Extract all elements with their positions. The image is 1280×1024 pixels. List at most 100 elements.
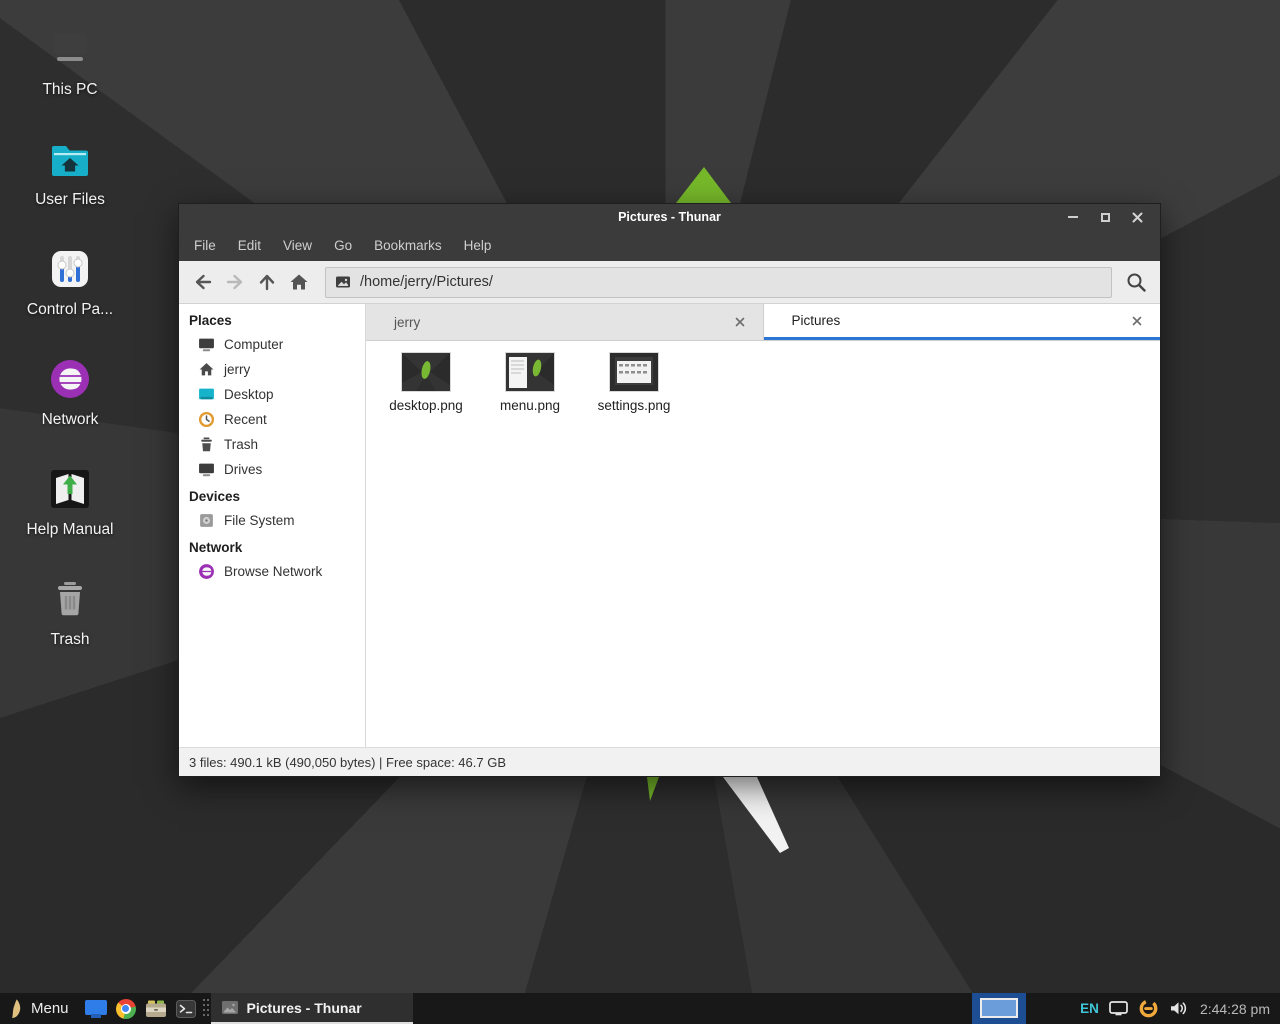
file-desktop-png[interactable]: desktop.png <box>376 353 476 413</box>
home-icon <box>288 271 310 293</box>
menu-bookmarks[interactable]: Bookmarks <box>363 230 453 261</box>
maximize-button[interactable] <box>1094 208 1116 226</box>
sidebar-item-file-system[interactable]: File System <box>179 508 365 533</box>
menu-view[interactable]: View <box>272 230 323 261</box>
sidebar: Places Computer jerry Desktop Recent <box>179 304 366 747</box>
sidebar-item-label: Drives <box>224 462 262 477</box>
computer-icon <box>47 26 93 72</box>
user-files-folder-icon <box>47 136 93 182</box>
tab-close-button[interactable] <box>731 313 749 331</box>
sidebar-item-jerry[interactable]: jerry <box>179 357 365 382</box>
home-icon <box>198 361 215 378</box>
display-icon[interactable] <box>1109 1001 1128 1016</box>
desktop-icon-this-pc[interactable]: This PC <box>14 26 126 99</box>
tab-jerry[interactable]: jerry <box>366 304 764 340</box>
trash-icon <box>198 436 215 453</box>
clock[interactable]: 2:44:28 pm <box>1198 1001 1270 1017</box>
launcher-chrome[interactable] <box>111 993 141 1024</box>
menu-logo-icon <box>9 998 23 1019</box>
update-icon[interactable] <box>1138 998 1159 1019</box>
workspace-current <box>980 998 1018 1018</box>
archive-drawer-icon <box>145 999 167 1018</box>
drives-icon <box>198 461 215 478</box>
file-view[interactable]: desktop.png menu.png settings.png <box>366 341 1160 747</box>
window-title: Pictures - Thunar <box>179 210 1160 224</box>
menu-help[interactable]: Help <box>453 230 503 261</box>
launcher-archive[interactable] <box>141 993 171 1024</box>
file-settings-png[interactable]: settings.png <box>584 353 684 413</box>
menu-file[interactable]: File <box>183 230 227 261</box>
desktop-icon-label: Control Pa... <box>27 301 113 319</box>
tab-bar: jerry Pictures <box>366 304 1160 341</box>
forward-icon <box>224 271 246 293</box>
launcher-file-manager[interactable] <box>81 993 111 1024</box>
launcher-terminal[interactable] <box>171 993 201 1024</box>
chrome-icon <box>116 999 136 1019</box>
sidebar-item-label: jerry <box>224 362 250 377</box>
speaker-icon[interactable] <box>1169 1000 1188 1017</box>
search-button[interactable] <box>1120 266 1152 298</box>
titlebar[interactable]: Pictures - Thunar <box>179 204 1160 230</box>
back-button[interactable] <box>187 266 219 298</box>
path-bar[interactable]: /home/jerry/Pictures/ <box>325 267 1112 298</box>
close-icon <box>735 317 745 327</box>
sidebar-header-places: Places <box>179 308 365 332</box>
sidebar-item-computer[interactable]: Computer <box>179 332 365 357</box>
taskbar: Menu Pictures - Thunar EN 2:44:28 <box>0 993 1280 1024</box>
tab-close-button[interactable] <box>1128 312 1146 330</box>
menu-edit[interactable]: Edit <box>227 230 272 261</box>
tab-label: Pictures <box>792 313 841 328</box>
desktop-icon-help-manual[interactable]: Help Manual <box>14 466 126 539</box>
image-file-icon <box>335 274 351 290</box>
window-main: Places Computer jerry Desktop Recent <box>179 304 1160 747</box>
up-icon <box>256 271 278 293</box>
globe-icon <box>198 563 215 580</box>
minimize-button[interactable] <box>1062 208 1084 226</box>
image-file-icon <box>222 1001 238 1015</box>
menu-button[interactable]: Menu <box>0 993 81 1024</box>
up-button[interactable] <box>251 266 283 298</box>
desktop-icon-trash[interactable]: Trash <box>14 576 126 649</box>
sidebar-item-label: Browse Network <box>224 564 322 579</box>
desktop-icon-label: Trash <box>50 631 89 649</box>
home-button[interactable] <box>283 266 315 298</box>
system-tray: EN 2:44:28 pm <box>972 993 1280 1024</box>
trash-icon <box>47 576 93 622</box>
window-controls <box>1062 208 1160 226</box>
right-pane: jerry Pictures des <box>366 304 1160 747</box>
desktop-icon-label: This PC <box>42 81 97 99</box>
sidebar-item-trash[interactable]: Trash <box>179 432 365 457</box>
close-button[interactable] <box>1126 208 1148 226</box>
workspace-switcher[interactable] <box>972 993 1026 1024</box>
desktop-icon-label: Help Manual <box>26 521 113 539</box>
forward-button[interactable] <box>219 266 251 298</box>
close-icon <box>1132 212 1143 223</box>
desktop-icon-network[interactable]: Network <box>14 356 126 429</box>
sidebar-item-recent[interactable]: Recent <box>179 407 365 432</box>
menubar: File Edit View Go Bookmarks Help <box>179 230 1160 261</box>
task-button-thunar[interactable]: Pictures - Thunar <box>211 993 413 1024</box>
sidebar-item-drives[interactable]: Drives <box>179 457 365 482</box>
terminal-icon <box>176 1000 196 1018</box>
keyboard-layout-indicator[interactable]: EN <box>1080 1001 1099 1016</box>
control-panel-icon <box>47 246 93 292</box>
image-thumbnail <box>402 353 450 391</box>
hard-drive-icon <box>198 512 215 529</box>
image-thumbnail <box>610 353 658 391</box>
tab-pictures[interactable]: Pictures <box>764 304 1161 340</box>
file-name: settings.png <box>598 398 671 413</box>
path-value: /home/jerry/Pictures/ <box>360 274 493 290</box>
menu-go[interactable]: Go <box>323 230 363 261</box>
help-manual-icon <box>47 466 93 512</box>
file-name: desktop.png <box>389 398 463 413</box>
desktop-icon-control-panel[interactable]: Control Pa... <box>14 246 126 319</box>
sidebar-item-desktop[interactable]: Desktop <box>179 382 365 407</box>
sidebar-item-label: Trash <box>224 437 258 452</box>
sidebar-header-devices: Devices <box>179 484 365 508</box>
desktop-icon-user-files[interactable]: User Files <box>14 136 126 209</box>
file-menu-png[interactable]: menu.png <box>480 353 580 413</box>
sidebar-item-browse-network[interactable]: Browse Network <box>179 559 365 584</box>
image-thumbnail <box>506 353 554 391</box>
panel-handle[interactable] <box>201 993 211 1024</box>
menu-button-label: Menu <box>31 1000 69 1017</box>
